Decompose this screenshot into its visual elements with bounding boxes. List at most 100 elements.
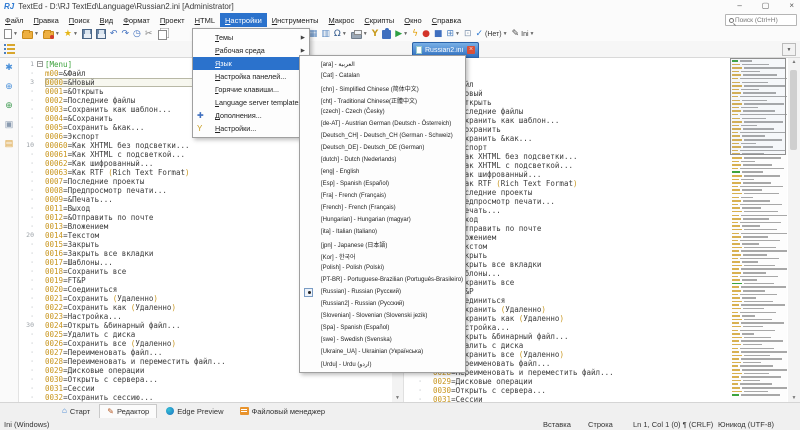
dropdown-arrow-icon[interactable]: ▼	[73, 31, 78, 37]
menu-поиск[interactable]: Поиск	[64, 13, 95, 27]
quick-run-icon[interactable]: ϟ	[411, 28, 419, 41]
cut-icon[interactable]: ✂	[144, 28, 154, 41]
dropdown-arrow-icon[interactable]: ▼	[363, 31, 368, 37]
menu-макрос[interactable]: Макрос	[324, 13, 360, 27]
bottom-tab-старт[interactable]: ⌂ Старт	[55, 404, 97, 418]
language-menu-item[interactable]: [PT-BR] - Portuguese-Brazilian (Portuguê…	[300, 274, 465, 286]
settings-menu-item[interactable]: Рабочая среда ▶	[193, 44, 309, 57]
dropdown-arrow-icon[interactable]: ▼	[455, 31, 460, 37]
globe-icon[interactable]: ⊕	[5, 81, 13, 91]
redo-icon[interactable]: ↷	[120, 28, 130, 41]
settings-menu-item[interactable]: Настройка панелей...	[193, 70, 309, 83]
settings-menu-item[interactable]: Y Настройки...	[193, 122, 309, 135]
language-menu-item[interactable]: [czech] - Czech (Česky)	[300, 106, 465, 118]
copy-icon[interactable]	[155, 28, 168, 41]
grid-icon[interactable]: ⊞ ▼	[445, 28, 461, 41]
language-menu-item[interactable]: [Hungarian] - Hungarian (magyar)	[300, 214, 465, 226]
fold-marker-icon[interactable]: −	[37, 61, 43, 67]
right-scrollbar[interactable]: ▲ ▼	[788, 58, 800, 402]
dropdown-arrow-icon[interactable]: ▼	[530, 31, 535, 37]
code-line[interactable]: · 0030=Открыть с сервера...	[20, 375, 392, 384]
close-button[interactable]: ×	[789, 0, 794, 12]
caret-position-status[interactable]: Ln 1, Col 1 (0) ¶ (CRLF)	[633, 420, 713, 429]
new-file-icon[interactable]: ▼	[3, 28, 19, 41]
dropdown-arrow-icon[interactable]: ▼	[55, 31, 60, 37]
open-recent-icon[interactable]: ▼	[42, 28, 61, 41]
language-menu-item[interactable]: [Ukraine_UA] - Ukrainian (Українська)	[300, 346, 465, 358]
bottom-tab-редактор[interactable]: ✎ Редактор	[99, 404, 158, 418]
dropdown-arrow-icon[interactable]: ▼	[34, 31, 39, 37]
language-menu-item[interactable]: [swe] - Swedish (Svenska)	[300, 334, 465, 346]
save-icon[interactable]	[81, 28, 93, 41]
menu-настройки[interactable]: Настройки	[219, 13, 267, 27]
language-menu-item[interactable]: [eng] - English	[300, 166, 465, 178]
insert-mode-status[interactable]: Вставка	[543, 420, 571, 429]
scroll-up-icon[interactable]: ▲	[788, 59, 800, 65]
record-macro-icon[interactable]: ●	[421, 28, 431, 41]
language-menu-item[interactable]: [Esp] - Spanish (Español)	[300, 178, 465, 190]
bottom-tab-edge-preview[interactable]: Edge Preview	[159, 404, 230, 418]
scroll-down-icon[interactable]: ▼	[392, 395, 403, 401]
favorites-icon[interactable]: ★ ▼	[63, 28, 79, 41]
language-menu-item[interactable]: [Spa] - Spanish (Español)	[300, 322, 465, 334]
stop-macro-icon[interactable]: ■	[433, 28, 444, 41]
language-menu-item[interactable]: [Fra] - French (Français)	[300, 190, 465, 202]
menu-формат[interactable]: Формат	[118, 13, 155, 27]
dropdown-arrow-icon[interactable]: ▼	[503, 31, 508, 37]
sort-list-icon[interactable]	[4, 43, 16, 55]
grid-alt-icon[interactable]: ⊡	[463, 28, 473, 41]
menu-проект[interactable]: Проект	[155, 13, 190, 27]
menu-скрипты[interactable]: Скрипты	[359, 13, 399, 27]
menu-правка[interactable]: Правка	[28, 13, 63, 27]
wizard-tools-icon[interactable]: Y	[371, 28, 380, 41]
undo-icon[interactable]: ↶	[109, 28, 119, 41]
settings-menu-item[interactable]: Язык▶	[193, 57, 309, 70]
settings-menu-item[interactable]: Горячие клавиши...	[193, 83, 309, 96]
menu-вид[interactable]: Вид	[95, 13, 119, 27]
language-menu-item[interactable]: [Russian] - Russian (Русский)	[300, 286, 465, 298]
doc-format-status[interactable]: Ini (Windows)	[4, 420, 49, 429]
panel-preview-icon[interactable]: ▣	[5, 119, 14, 129]
language-menu-item[interactable]: [Deutsch_CH] - Deutsch_CH (German - Schw…	[300, 130, 465, 142]
language-menu-item[interactable]: [cht] - Traditional Chinese(正體中文)	[300, 94, 465, 106]
language-menu-item[interactable]: [dutch] - Dutch (Nederlands)	[300, 154, 465, 166]
language-menu-item[interactable]: [chn] - Simplified Chinese (简体中文)	[300, 82, 465, 94]
dropdown-arrow-icon[interactable]: ▼	[342, 31, 347, 37]
language-menu-item[interactable]: [Urdu] - Urdu (اردو)	[300, 358, 465, 370]
scroll-down-icon[interactable]: ▼	[788, 395, 800, 401]
menu-инструменты[interactable]: Инструменты	[267, 13, 324, 27]
special-chars-icon[interactable]: Ω ▼	[333, 28, 348, 41]
syntax-pencil-icon[interactable]: ✎ Ini ▼	[511, 28, 536, 41]
addons-puzzle-icon[interactable]	[381, 28, 392, 41]
print-icon[interactable]: ▼	[350, 28, 369, 41]
minimize-button[interactable]: –	[737, 0, 741, 12]
dropdown-arrow-icon[interactable]: ▼	[13, 31, 18, 37]
run-script-icon[interactable]: ▶ ▼	[394, 28, 409, 41]
close-tab-icon[interactable]: ×	[467, 46, 475, 54]
restore-button[interactable]: ▢	[762, 0, 770, 12]
dropdown-arrow-icon[interactable]: ▼	[403, 31, 408, 37]
menu-html[interactable]: H TML	[190, 13, 220, 27]
search-box[interactable]	[725, 14, 797, 26]
open-file-icon[interactable]: ▼	[21, 28, 40, 41]
language-menu-item[interactable]: [Slovenian] - Slovenian (Slovenski jezik…	[300, 310, 465, 322]
language-menu-item[interactable]: [Polish] - Polish (Polski)	[300, 262, 465, 274]
language-menu-item[interactable]: [Russian2] - Russian (Русский)	[300, 298, 465, 310]
language-menu-item[interactable]: [Deutsch_DE] - Deutsch_DE (German)	[300, 142, 465, 154]
code-line[interactable]: · 0032=Сохранить сессию...	[20, 393, 392, 402]
history-icon[interactable]: ◷	[132, 28, 142, 41]
settings-menu-item[interactable]: ✚ Дополнения...	[193, 109, 309, 122]
language-menu-item[interactable]: [ara] - العربية	[300, 58, 465, 70]
spellcheck-icon[interactable]: ✓ (Нет) ▼	[474, 28, 508, 41]
tab-list-dropdown[interactable]: ▼	[782, 43, 796, 56]
save-all-icon[interactable]	[95, 28, 107, 41]
minimap[interactable]	[730, 58, 787, 402]
language-menu-item[interactable]: [jpn] - Japanese (日本語)	[300, 238, 465, 250]
language-menu-item[interactable]: [Kor] - 한국어	[300, 250, 465, 262]
language-menu-item[interactable]: [de-AT] - Austrian German (Deutsch - Öst…	[300, 118, 465, 130]
language-menu-item[interactable]: [Cat] - Catalan	[300, 70, 465, 82]
menu-файл[interactable]: Файл	[0, 13, 28, 27]
menu-окно[interactable]: Окно	[399, 13, 426, 27]
settings-menu-item[interactable]: Темы ▶	[193, 31, 309, 44]
search-input[interactable]	[735, 16, 793, 24]
